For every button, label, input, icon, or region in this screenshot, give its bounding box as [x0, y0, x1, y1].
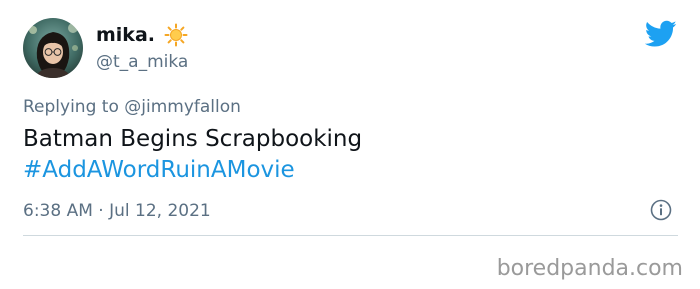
reply-context: Replying to @jimmyfallon	[23, 96, 241, 118]
twitter-bird-icon[interactable]	[644, 20, 677, 48]
author-handle[interactable]: @t_a_mika	[96, 51, 188, 73]
divider	[23, 235, 678, 236]
avatar[interactable]	[23, 18, 83, 78]
hashtag-link[interactable]: #AddAWordRuinAMovie	[23, 155, 362, 186]
reply-to-link[interactable]: @jimmyfallon	[124, 97, 241, 117]
info-icon[interactable]	[650, 199, 672, 221]
tweet-timestamp[interactable]: 6:38 AM · Jul 12, 2021	[23, 200, 211, 222]
tweet-body: Batman Begins Scrapbooking #AddAWordRuin…	[23, 124, 362, 186]
sun-icon	[164, 23, 188, 47]
author-display-name[interactable]: mika.	[96, 23, 155, 47]
author-name-row[interactable]: mika.	[96, 23, 188, 47]
tweet-text: Batman Begins Scrapbooking	[23, 126, 363, 152]
watermark: boredpanda.com	[496, 256, 683, 281]
reply-prefix: Replying to	[23, 97, 119, 117]
avatar-image	[23, 18, 83, 78]
